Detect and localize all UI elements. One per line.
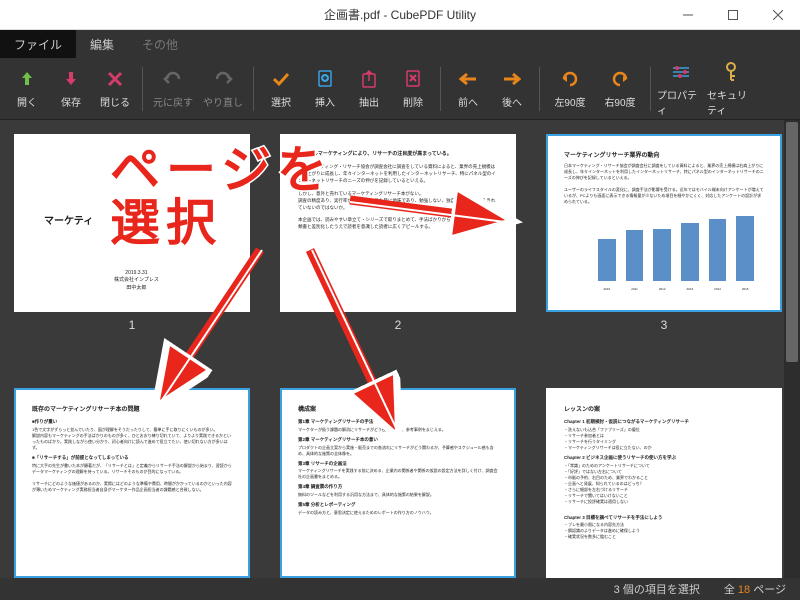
menu-file[interactable]: ファイル [0, 30, 76, 58]
separator [539, 67, 540, 111]
menubar: ファイル 編集 その他 [0, 30, 800, 58]
key-icon [721, 61, 741, 83]
page1-title: マーケティ [44, 212, 93, 227]
menu-edit[interactable]: 編集 [76, 30, 128, 58]
rotate-left-button[interactable]: 左90度 [546, 61, 594, 117]
rotate-right-button[interactable]: 右90度 [596, 61, 644, 117]
select-button[interactable]: 選択 [260, 61, 302, 117]
extract-button[interactable]: 抽出 [348, 61, 390, 117]
titlebar: 企画書.pdf - CubePDF Utility [0, 0, 800, 30]
separator [650, 67, 651, 111]
separator [440, 67, 441, 111]
chart: 201020112012201320142015 [584, 211, 754, 291]
chart-bar [681, 223, 699, 281]
page-number: 1 [129, 318, 136, 332]
arrow-left-icon [458, 68, 478, 90]
next-button[interactable]: 後へ [491, 61, 533, 117]
scrollbar[interactable] [784, 120, 800, 578]
close-button[interactable] [755, 0, 800, 30]
arrow-right-icon [502, 68, 522, 90]
page6-title: レッスンの案 [564, 404, 764, 413]
separator [253, 67, 254, 111]
scrollbar-thumb[interactable] [786, 122, 798, 362]
insert-button[interactable]: 挿入 [304, 61, 346, 117]
delete-button[interactable]: 削除 [392, 61, 434, 117]
chart-bar [598, 239, 616, 281]
close-file-button[interactable]: 閉じる [94, 61, 136, 117]
chart-bar [709, 219, 727, 281]
close-icon [105, 68, 125, 90]
page-thumbnail[interactable]: マーケティ 2019.3.31 株式会社インプレス 田中太郎 1 [14, 134, 250, 332]
open-button[interactable]: 開く [6, 61, 48, 117]
chart-bar [626, 230, 644, 281]
window-controls [665, 0, 800, 30]
menu-other[interactable]: その他 [128, 30, 192, 58]
page-thumbnail-selected[interactable]: マーケティングリサーチ業界の動向 日本マーケティング・リサーチ協会が調査会社に調… [546, 134, 782, 332]
page-thumbnail[interactable]: デジタルマーケティングにより、リサーチの注目度が高まっている。 日本マーケティン… [280, 134, 516, 332]
open-icon [17, 68, 37, 90]
sliders-icon [671, 61, 691, 83]
save-button[interactable]: 保存 [50, 61, 92, 117]
extract-icon [359, 68, 379, 90]
undo-icon [163, 68, 183, 90]
prev-button[interactable]: 前へ [447, 61, 489, 117]
undo-button[interactable]: 元に戻す [149, 61, 197, 117]
maximize-button[interactable] [710, 0, 755, 30]
window-title: 企画書.pdf - CubePDF Utility [135, 6, 665, 23]
page3-text: 日本マーケティング・リサーチ協会が調査会社に調査をしている資料によると、業界の売… [564, 163, 764, 205]
statusbar: 3 個の項目を選択 全 18 ページ [0, 578, 800, 600]
page-thumbnail-selected[interactable]: 構成案 第1章 マーケティングリサーチの手法 マーケターが扱う課題の解消にリサー… [280, 388, 516, 578]
insert-icon [315, 68, 335, 90]
toolbar: 開く 保存 閉じる 元に戻す やり直し 選択 挿入 抽出 削除 前へ 後へ 左9… [0, 58, 800, 120]
thumbnail-area[interactable]: マーケティ 2019.3.31 株式会社インプレス 田中太郎 1 デジタルマーケ… [0, 120, 800, 578]
page-number: 2 [395, 318, 402, 332]
page3-title: マーケティングリサーチ業界の動向 [564, 150, 764, 159]
delete-icon [403, 68, 423, 90]
page4-title: 既存のマーケティングリサーチ本の問題 [32, 404, 232, 413]
page1-meta: 2019.3.31 株式会社インプレス 田中太郎 [114, 270, 159, 293]
redo-icon [213, 68, 233, 90]
chart-bar [653, 229, 671, 282]
page-thumbnail[interactable]: レッスンの案 Chapter 1 初期検討・仮説につながるマーケティングリサーチ… [546, 388, 782, 578]
save-icon [61, 68, 81, 90]
page-thumbnail-selected[interactable]: 既存のマーケティングリサーチ本の問題 ■作りが重い 1色で文字がずらっと並んでい… [14, 388, 250, 578]
security-button[interactable]: セキュリティ [707, 61, 755, 117]
property-button[interactable]: プロパティ [657, 61, 705, 117]
page5-title: 構成案 [298, 404, 498, 413]
page-number: 3 [661, 318, 668, 332]
chart-bar [736, 216, 754, 281]
separator [142, 67, 143, 111]
rotate-right-icon [610, 68, 630, 90]
redo-button[interactable]: やり直し [199, 61, 247, 117]
check-icon [271, 68, 291, 90]
status-selected: 3 個の項目を選択 [614, 581, 700, 597]
status-total: 全 18 ページ [724, 581, 786, 597]
rotate-left-icon [560, 68, 580, 90]
minimize-button[interactable] [665, 0, 710, 30]
